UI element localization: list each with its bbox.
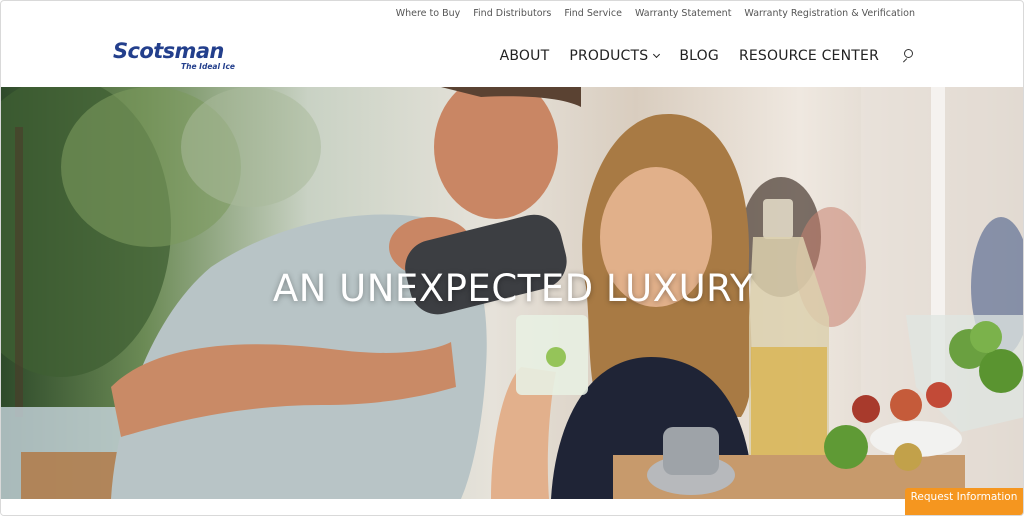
nav-blog[interactable]: BLOG — [679, 48, 719, 64]
scotsman-logo[interactable]: Scotsman The Ideal Ice — [113, 39, 241, 73]
utility-nav: Where to Buy Find Distributors Find Serv… — [396, 8, 915, 19]
utility-link-find-distributors[interactable]: Find Distributors — [473, 8, 551, 19]
logo-wordmark: Scotsman — [113, 39, 224, 63]
utility-bar: Where to Buy Find Distributors Find Serv… — [1, 1, 1023, 29]
nav-products-label: PRODUCTS — [569, 48, 649, 64]
utility-link-warranty-registration[interactable]: Warranty Registration & Verification — [744, 8, 915, 19]
search-icon-ring — [904, 49, 913, 58]
search-icon[interactable] — [901, 49, 915, 63]
nav-products[interactable]: PRODUCTS — [569, 48, 661, 64]
logo-tagline: The Ideal Ice — [181, 62, 235, 71]
request-information-button[interactable]: Request Information — [905, 488, 1023, 515]
chevron-down-icon — [653, 50, 661, 58]
search-icon-handle — [902, 58, 908, 63]
page: Where to Buy Find Distributors Find Serv… — [0, 0, 1024, 516]
site-header: Scotsman The Ideal Ice ABOUT PRODUCTS BL… — [1, 29, 1023, 87]
hero-title: AN UNEXPECTED LUXURY — [272, 267, 754, 310]
nav-resource-center[interactable]: RESOURCE CENTER — [739, 48, 879, 64]
hero-banner: AN UNEXPECTED LUXURY — [1, 87, 1023, 499]
utility-link-where-to-buy[interactable]: Where to Buy — [396, 8, 461, 19]
utility-link-warranty-statement[interactable]: Warranty Statement — [635, 8, 731, 19]
nav-about[interactable]: ABOUT — [500, 48, 550, 64]
main-nav: ABOUT PRODUCTS BLOG RESOURCE CENTER — [500, 48, 915, 64]
bottom-strip — [1, 499, 1023, 515]
utility-link-find-service[interactable]: Find Service — [564, 8, 622, 19]
